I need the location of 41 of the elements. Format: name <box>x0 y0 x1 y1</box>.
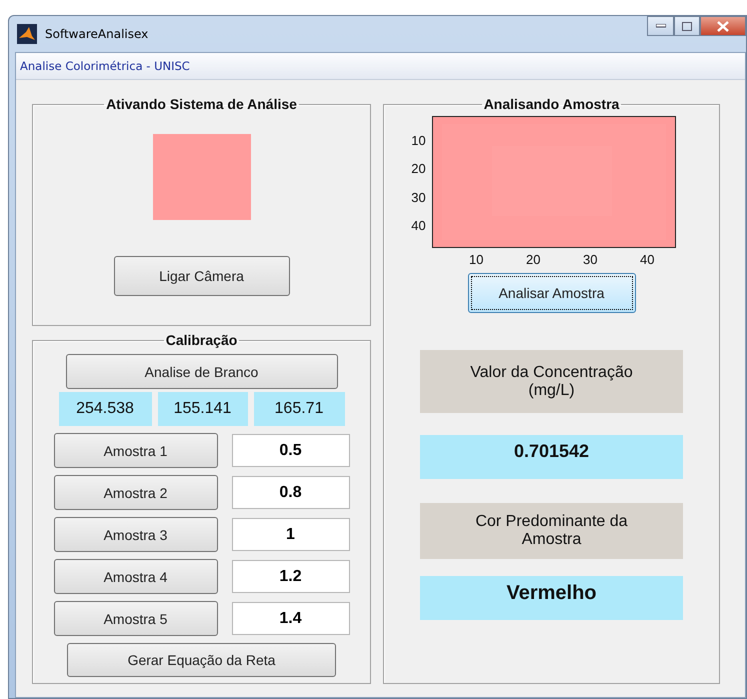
axis-tick-label: 30 <box>583 252 598 267</box>
axis-tick-label: 30 <box>411 190 426 205</box>
axis-tick-label: 20 <box>411 161 426 176</box>
concentration-label: Valor da Concentração (mg/L) <box>420 350 683 413</box>
sample-button[interactable]: Amostra 1 <box>54 433 218 468</box>
color-value: Vermelho <box>420 576 683 620</box>
maximize-button[interactable] <box>674 16 700 36</box>
concentration-value: 0.701542 <box>420 435 683 479</box>
sample-field[interactable]: 1 <box>232 518 350 551</box>
blank-value: 165.71 <box>254 392 344 426</box>
axis-tick-label: 40 <box>640 252 654 267</box>
panel-title: Calibração <box>164 332 238 348</box>
blank-analysis-button[interactable]: Analise de Branco <box>66 354 338 389</box>
axis-tick-label: 20 <box>526 252 540 267</box>
app-logo-icon <box>17 24 37 44</box>
sample-button[interactable]: Amostra 2 <box>54 475 218 510</box>
camera-button[interactable]: Ligar Câmera <box>114 256 290 296</box>
toolbar-title: Analise Colorimétrica - UNISC <box>20 59 190 73</box>
blank-value: 254.538 <box>58 392 152 426</box>
axis-tick-label: 10 <box>411 132 426 148</box>
sample-field[interactable]: 0.5 <box>232 434 350 467</box>
maximize-icon <box>682 22 692 30</box>
sample-field[interactable]: 1.4 <box>232 602 350 635</box>
sample-button[interactable]: Amostra 4 <box>54 559 218 594</box>
blank-value: 155.141 <box>158 392 248 426</box>
analyze-button[interactable]: Analisar Amostra <box>468 273 636 313</box>
axis-tick-label: 40 <box>411 218 426 234</box>
color-label: Cor Predominante da Amostra <box>420 503 683 559</box>
panel-title: Analisando Amostra <box>482 96 620 112</box>
equation-button[interactable]: Gerar Equação da Reta <box>67 643 336 677</box>
sample-field[interactable]: 1.2 <box>232 560 350 593</box>
sample-button[interactable]: Amostra 5 <box>54 601 218 636</box>
panel-title: Ativando Sistema de Análise <box>105 96 298 112</box>
minimize-button[interactable] <box>647 16 674 36</box>
close-icon <box>717 20 729 32</box>
window-title: SoftwareAnalisex <box>45 27 148 41</box>
close-button[interactable] <box>700 16 746 36</box>
sample-button[interactable]: Amostra 3 <box>54 517 218 552</box>
minimize-icon <box>656 24 666 28</box>
axis-tick-label: 10 <box>469 252 484 267</box>
sample-field[interactable]: 0.8 <box>232 476 350 509</box>
